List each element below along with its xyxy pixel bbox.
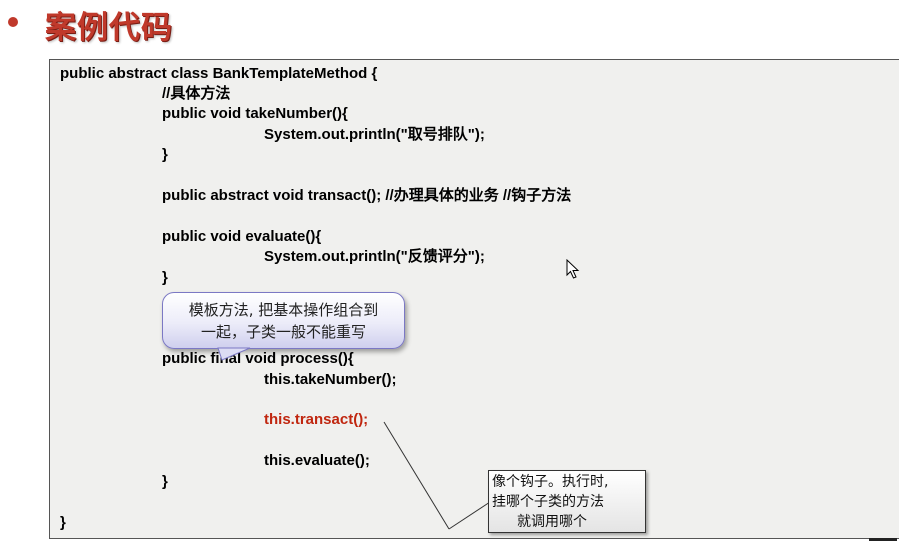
- hook-callout-line3: 就调用哪个: [517, 514, 587, 530]
- hook-callout-pointer-lines: [383, 421, 491, 530]
- hook-callout: 像个钩子。执行时, 挂哪个子类的方法 就调用哪个: [488, 470, 646, 533]
- mouse-pointer-icon: [566, 259, 580, 279]
- hook-callout-line2: 挂哪个子类的方法: [492, 494, 604, 510]
- slide-corner-mark: [869, 538, 897, 541]
- hook-callout-line1: 像个钩子。执行时,: [492, 474, 609, 490]
